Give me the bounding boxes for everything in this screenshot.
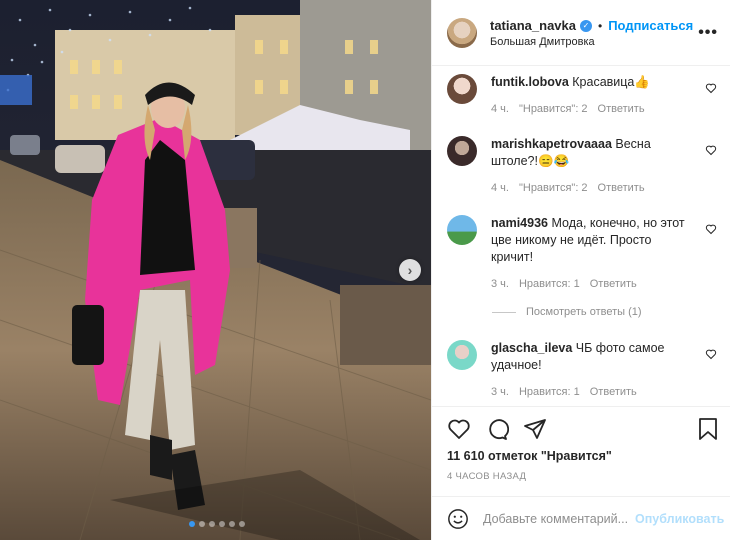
bookmark-icon[interactable] <box>697 417 719 441</box>
post-time: 4 ЧАСОВ НАЗАД <box>447 471 527 482</box>
view-replies-label: Посмотреть ответы (1) <box>526 306 642 318</box>
comment-input[interactable] <box>483 511 633 526</box>
comment-username[interactable]: glascha_ileva <box>491 341 572 355</box>
comment-bubble-icon[interactable] <box>485 417 509 441</box>
post-photo[interactable]: › <box>0 0 431 540</box>
comment-time: 3 ч. <box>491 278 509 290</box>
comment-item: marishkapetrovaaaa Весна штоле?!😑😂 4 ч. … <box>447 136 717 194</box>
action-icons <box>447 417 547 441</box>
comment-likes[interactable]: "Нравится": 2 <box>519 103 588 115</box>
reply-button[interactable]: Ответить <box>598 182 645 194</box>
commenter-avatar[interactable] <box>447 74 477 104</box>
comment-time: 4 ч. <box>491 103 509 115</box>
publish-button[interactable]: Опубликовать <box>635 512 724 526</box>
comment-username[interactable]: nami4936 <box>491 216 548 230</box>
comment-likes[interactable]: "Нравится": 2 <box>519 182 588 194</box>
carousel-dot <box>219 521 225 527</box>
carousel-dots <box>189 521 245 527</box>
comments-list: funtik.lobova Красавица👍 4 ч. "Нравится"… <box>432 66 730 406</box>
heart-icon[interactable] <box>705 82 717 94</box>
follow-button[interactable]: Подписаться <box>608 18 693 33</box>
carousel-dot <box>239 521 245 527</box>
likes-count[interactable]: 11 610 отметок "Нравится" <box>447 449 612 463</box>
carousel-next-button[interactable]: › <box>399 259 421 281</box>
ellipsis-icon[interactable]: ••• <box>698 24 718 42</box>
author-line: tatiana_navka ✓ • Подписаться <box>490 18 693 33</box>
carousel-dot <box>199 521 205 527</box>
comment-meta: 3 ч. Нравится: 1 Ответить <box>491 386 717 398</box>
heart-icon[interactable] <box>705 348 717 360</box>
author-avatar[interactable] <box>447 18 477 48</box>
comment-body: funtik.lobova Красавица👍 <box>491 74 696 91</box>
emoji-icon[interactable] <box>447 508 469 530</box>
verified-badge-icon: ✓ <box>580 19 592 32</box>
comment-text: Красавица👍 <box>572 75 650 89</box>
location-link[interactable]: Большая Дмитровка <box>490 36 595 48</box>
share-send-icon[interactable] <box>523 417 547 441</box>
commenter-avatar[interactable] <box>447 215 477 245</box>
comment-meta: 4 ч. "Нравится": 2 Ответить <box>491 182 717 194</box>
post-actions: 11 610 отметок "Нравится" 4 ЧАСОВ НАЗАД <box>432 406 730 496</box>
comment-meta: 3 ч. Нравится: 1 Ответить <box>491 278 717 290</box>
reply-button[interactable]: Ответить <box>590 278 637 290</box>
post-header: tatiana_navka ✓ • Подписаться Большая Дм… <box>432 0 730 66</box>
carousel-dot <box>209 521 215 527</box>
heart-icon[interactable] <box>705 223 717 235</box>
commenter-avatar[interactable] <box>447 340 477 370</box>
comment-body: marishkapetrovaaaa Весна штоле?!😑😂 <box>491 136 696 170</box>
comment-item: funtik.lobova Красавица👍 4 ч. "Нравится"… <box>447 74 717 115</box>
comment-likes[interactable]: Нравится: 1 <box>519 386 580 398</box>
comment-likes[interactable]: Нравится: 1 <box>519 278 580 290</box>
comment-username[interactable]: funtik.lobova <box>491 75 569 89</box>
commenter-avatar[interactable] <box>447 136 477 166</box>
replies-divider <box>492 311 516 313</box>
reply-button[interactable]: Ответить <box>598 103 645 115</box>
reply-button[interactable]: Ответить <box>590 386 637 398</box>
comment-time: 4 ч. <box>491 182 509 194</box>
carousel-dot <box>229 521 235 527</box>
add-comment-bar: Опубликовать <box>432 496 730 540</box>
like-heart-icon[interactable] <box>447 417 471 441</box>
author-username[interactable]: tatiana_navka <box>490 18 576 33</box>
heart-icon[interactable] <box>705 144 717 156</box>
comment-body: nami4936 Мода, конечно, но этот цве нико… <box>491 215 696 266</box>
comment-username[interactable]: marishkapetrovaaaa <box>491 137 612 151</box>
post-side-panel: tatiana_navka ✓ • Подписаться Большая Дм… <box>431 0 730 540</box>
separator-dot: • <box>598 18 603 33</box>
comment-meta: 4 ч. "Нравится": 2 Ответить <box>491 103 717 115</box>
comment-item: glascha_ileva ЧБ фото самое удачное! 3 ч… <box>447 340 717 398</box>
carousel-dot-active <box>189 521 195 527</box>
street-photo-illustration <box>0 0 431 540</box>
comment-time: 3 ч. <box>491 386 509 398</box>
comment-item: nami4936 Мода, конечно, но этот цве нико… <box>447 215 717 290</box>
comment-body: glascha_ileva ЧБ фото самое удачное! <box>491 340 696 374</box>
view-replies-link[interactable]: Посмотреть ответы (1) <box>492 306 642 318</box>
